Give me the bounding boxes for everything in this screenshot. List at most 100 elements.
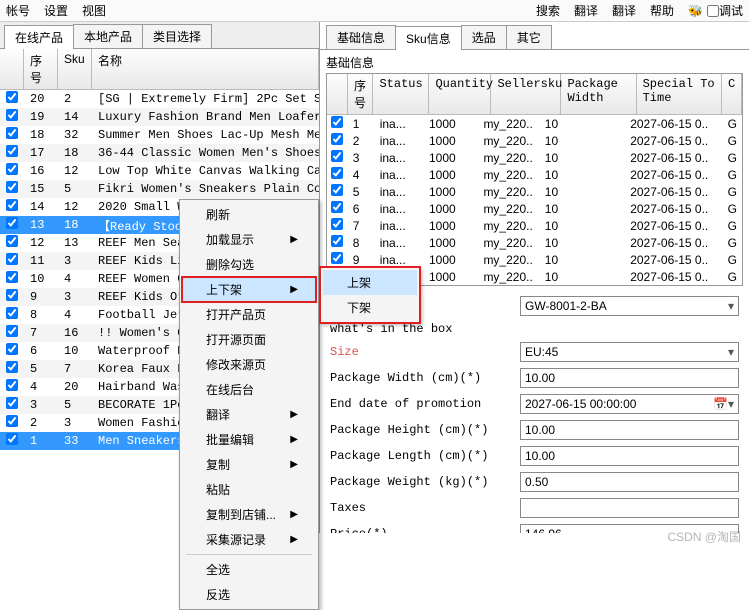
- chevron-down-icon[interactable]: ▾: [728, 299, 734, 313]
- menu-account[interactable]: 帐号: [6, 2, 30, 19]
- row-checkbox[interactable]: [6, 109, 18, 121]
- col-seq[interactable]: 序号: [24, 49, 58, 89]
- menu-translate-2[interactable]: 翻译: [612, 2, 636, 19]
- tab-basic-info[interactable]: 基础信息: [326, 25, 396, 49]
- table-row[interactable]: 155Fikri Women's Sneakers Plain Color: [0, 180, 319, 198]
- table-row[interactable]: 1ina... 1000my_220.. 102027-06-15 0..G: [327, 115, 742, 132]
- row-checkbox[interactable]: [6, 199, 18, 211]
- input-pw[interactable]: 10.00: [520, 368, 739, 388]
- menu-item[interactable]: 在线后台: [182, 377, 316, 402]
- menu-help[interactable]: 帮助: [650, 2, 674, 19]
- row-checkbox[interactable]: [6, 379, 18, 391]
- menu-item[interactable]: 全选: [182, 557, 316, 582]
- table-row[interactable]: 8ina... 1000my_220.. 102027-06-15 0..G: [327, 234, 742, 251]
- debug-checkbox[interactable]: [707, 5, 719, 17]
- col-name[interactable]: 名称: [92, 49, 319, 89]
- table-row[interactable]: 9ina... 1000my_220.. 102027-06-15 0..G: [327, 251, 742, 268]
- menu-item[interactable]: 删除勾选: [182, 252, 316, 277]
- row-checkbox[interactable]: [331, 252, 343, 264]
- row-checkbox[interactable]: [331, 116, 343, 128]
- menu-item[interactable]: 反选: [182, 582, 316, 607]
- menu-item[interactable]: 粘贴: [182, 477, 316, 502]
- input-ph[interactable]: 10.00: [520, 420, 739, 440]
- row-checkbox[interactable]: [331, 167, 343, 179]
- menu-item[interactable]: 翻译▶: [182, 402, 316, 427]
- row-checkbox[interactable]: [6, 163, 18, 175]
- menu-item[interactable]: 修改来源页: [182, 352, 316, 377]
- table-row[interactable]: 5ina... 1000my_220.. 102027-06-15 0..G: [327, 183, 742, 200]
- row-checkbox[interactable]: [6, 181, 18, 193]
- menu-item[interactable]: 上架: [323, 270, 417, 295]
- rcol-pw[interactable]: Package Width: [561, 74, 636, 114]
- input-size[interactable]: EU:45▾: [520, 342, 739, 362]
- rcol-sellersku[interactable]: Sellersku: [491, 74, 561, 114]
- row-checkbox[interactable]: [331, 133, 343, 145]
- context-menu[interactable]: 刷新加载显示▶删除勾选上下架▶打开产品页打开源页面修改来源页在线后台翻译▶批量编…: [179, 199, 319, 610]
- row-checkbox[interactable]: [6, 235, 18, 247]
- table-row[interactable]: 4ina... 1000my_220.. 102027-06-15 0..G: [327, 166, 742, 183]
- row-checkbox[interactable]: [6, 289, 18, 301]
- input-taxes[interactable]: [520, 498, 739, 518]
- tab-category-select[interactable]: 类目选择: [142, 24, 212, 48]
- menu-translate-1[interactable]: 翻译: [574, 2, 598, 19]
- table-row[interactable]: 2ina... 1000my_220.. 102027-06-15 0..G: [327, 132, 742, 149]
- menu-item[interactable]: 打开产品页: [182, 302, 316, 327]
- row-checkbox[interactable]: [6, 145, 18, 157]
- menu-item[interactable]: 打开源页面: [182, 327, 316, 352]
- menu-item[interactable]: 采集源记录▶: [182, 527, 316, 552]
- input-sellersku[interactable]: GW-8001-2-BA▾: [520, 296, 739, 316]
- row-checkbox[interactable]: [6, 127, 18, 139]
- row-checkbox[interactable]: [6, 91, 18, 103]
- row-checkbox[interactable]: [6, 433, 18, 445]
- tab-sku-info[interactable]: Sku信息: [395, 26, 462, 50]
- menu-item[interactable]: 复制▶: [182, 452, 316, 477]
- table-row[interactable]: 3ina... 1000my_220.. 102027-06-15 0..G: [327, 149, 742, 166]
- chevron-down-icon[interactable]: ▾: [728, 345, 734, 359]
- tab-selection[interactable]: 选品: [461, 25, 507, 49]
- rcol-seq[interactable]: 序号: [348, 74, 373, 114]
- row-checkbox[interactable]: [6, 307, 18, 319]
- input-pl[interactable]: 10.00: [520, 446, 739, 466]
- table-row[interactable]: 7ina... 1000my_220.. 102027-06-15 0..G: [327, 217, 742, 234]
- row-checkbox[interactable]: [6, 415, 18, 427]
- menu-item[interactable]: 加载显示▶: [182, 227, 316, 252]
- rcol-qty[interactable]: Quantity: [429, 74, 491, 114]
- menu-view[interactable]: 视图: [82, 2, 106, 19]
- table-row[interactable]: 1612Low Top White Canvas Walking Casual: [0, 162, 319, 180]
- menu-item[interactable]: 上下架▶: [182, 277, 316, 302]
- table-row[interactable]: 171836-44 Classic Women Men's Shoes Run: [0, 144, 319, 162]
- row-checkbox[interactable]: [331, 184, 343, 196]
- menu-search[interactable]: 搜索: [536, 2, 560, 19]
- table-row[interactable]: 202[SG | Extremely Firm] 2Pc Set Super: [0, 90, 319, 108]
- row-checkbox[interactable]: [6, 253, 18, 265]
- tab-online-products[interactable]: 在线产品: [4, 25, 74, 49]
- row-checkbox[interactable]: [331, 218, 343, 230]
- table-row[interactable]: 1832Summer Men Shoes Lac-Up Mesh Men Ca: [0, 126, 319, 144]
- row-checkbox[interactable]: [6, 343, 18, 355]
- submenu-shelf[interactable]: 上架下架: [320, 267, 420, 323]
- row-checkbox[interactable]: [331, 235, 343, 247]
- input-pwt[interactable]: 0.50: [520, 472, 739, 492]
- row-checkbox[interactable]: [6, 217, 18, 229]
- rcol-status[interactable]: Status: [373, 74, 429, 114]
- calendar-icon[interactable]: 📅▾: [713, 397, 734, 411]
- row-checkbox[interactable]: [6, 271, 18, 283]
- table-row[interactable]: 6ina... 1000my_220.. 102027-06-15 0..G: [327, 200, 742, 217]
- table-row[interactable]: 1914Luxury Fashion Brand Men Loafers Sp: [0, 108, 319, 126]
- col-sku[interactable]: Sku: [58, 49, 92, 89]
- input-end-date[interactable]: 2027-06-15 00:00:00📅▾: [520, 394, 739, 414]
- row-checkbox[interactable]: [6, 361, 18, 373]
- menu-item[interactable]: 批量编辑▶: [182, 427, 316, 452]
- tab-local-products[interactable]: 本地产品: [73, 24, 143, 48]
- menu-item[interactable]: 下架: [323, 295, 417, 320]
- row-checkbox[interactable]: [6, 325, 18, 337]
- menu-item[interactable]: 复制到店铺...▶: [182, 502, 316, 527]
- row-checkbox[interactable]: [6, 397, 18, 409]
- tab-other[interactable]: 其它: [506, 25, 552, 49]
- row-checkbox[interactable]: [331, 201, 343, 213]
- menu-settings[interactable]: 设置: [44, 2, 68, 19]
- rcol-st[interactable]: Special To Time: [637, 74, 722, 114]
- rcol-c[interactable]: C: [722, 74, 742, 114]
- menu-item[interactable]: 刷新: [182, 202, 316, 227]
- row-checkbox[interactable]: [331, 150, 343, 162]
